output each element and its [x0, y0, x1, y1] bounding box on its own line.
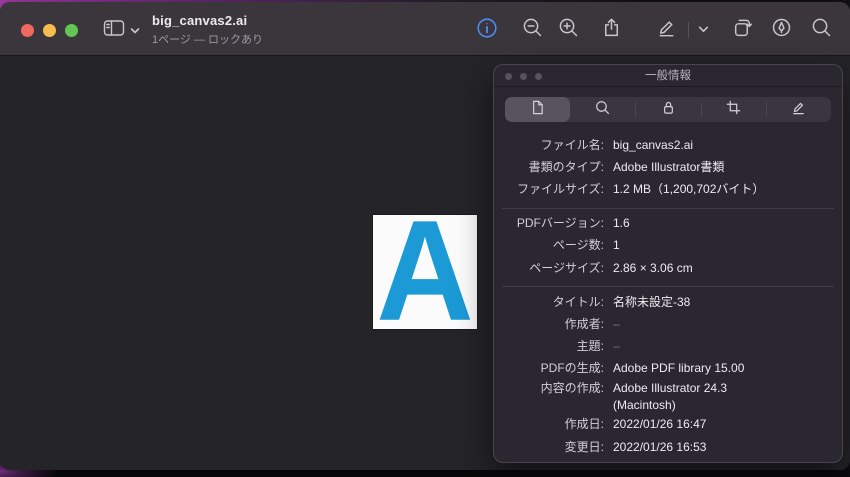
info-row-created-date: 作成日: 2022/01/26 16:47 — [564, 417, 707, 432]
inspector-tabs — [505, 97, 831, 122]
preview-window: big_canvas2.ai 1ページ — ロックあり A 一般情報 ファイル名… — [0, 2, 850, 470]
toolbar-separator — [688, 22, 689, 38]
info-button[interactable] — [473, 16, 501, 44]
info-row-author: 作成者: – — [564, 316, 620, 331]
magnifier-icon — [594, 99, 611, 121]
page-letter: A — [376, 215, 474, 329]
info-row-pdf-producer: PDFの生成: Adobe PDF library 15.00 — [540, 361, 745, 376]
panel-zoom-button[interactable] — [535, 72, 542, 80]
tab-crop[interactable] — [700, 97, 766, 122]
highlight-icon — [771, 17, 792, 43]
panel-title: 一般情報 — [645, 70, 691, 82]
rotate-button[interactable] — [728, 16, 756, 44]
section-divider — [502, 286, 834, 288]
info-icon — [476, 17, 498, 44]
info-row-content-creator: 内容の作成: Adobe Illustrator 24.3 (Macintosh… — [540, 380, 728, 412]
zoom-in-icon — [558, 17, 579, 43]
info-row-filename: ファイル名: big_canvas2.ai — [540, 137, 694, 152]
info-row-filesize: ファイルサイズ: 1.2 MB（1,200,702バイト） — [517, 181, 765, 196]
search-icon — [811, 17, 832, 43]
share-icon — [601, 17, 622, 43]
markup-button[interactable] — [652, 16, 680, 44]
info-rows: ファイル名: big_canvas2.ai 書類のタイプ: Adobe Illu… — [494, 131, 842, 458]
info-row-page-count: ページ数: 1 — [552, 238, 620, 253]
info-row-title: タイトル: 名称未設定-38 — [552, 294, 691, 309]
info-row-subject: 主題: – — [576, 339, 620, 354]
highlight-button[interactable] — [767, 16, 795, 44]
pencil-icon — [790, 99, 807, 121]
chevron-down-icon — [130, 22, 140, 40]
panel-minimize-button[interactable] — [520, 72, 527, 80]
window-title-block: big_canvas2.ai 1ページ — ロックあり — [152, 13, 263, 47]
tab-general-info[interactable] — [505, 97, 571, 122]
tab-encryption[interactable] — [635, 97, 700, 122]
tab-more-info[interactable] — [570, 97, 635, 122]
lock-icon — [660, 99, 677, 121]
close-button[interactable] — [21, 23, 34, 37]
document-page: A — [373, 215, 477, 329]
info-row-doctype: 書類のタイプ: Adobe Illustrator書類 — [528, 159, 725, 174]
zoom-window-button[interactable] — [65, 23, 78, 37]
document-icon — [529, 99, 546, 121]
sidebar-icon — [103, 19, 125, 42]
share-button[interactable] — [597, 16, 625, 44]
sidebar-toggle[interactable] — [103, 19, 140, 42]
section-divider — [502, 207, 834, 209]
markup-menu-button[interactable] — [692, 16, 714, 44]
zoom-in-button[interactable] — [554, 16, 582, 44]
markup-pencil-icon — [656, 17, 677, 43]
info-panel-titlebar[interactable]: 一般情報 — [494, 65, 842, 87]
crop-icon — [725, 99, 742, 121]
info-row-page-size: ページサイズ: 2.86 × 3.06 cm — [529, 260, 693, 275]
info-row-pdf-version: PDFバージョン: 1.6 — [516, 216, 630, 231]
search-button[interactable] — [807, 16, 835, 44]
zoom-out-button[interactable] — [518, 16, 546, 44]
zoom-out-icon — [522, 17, 543, 43]
window-subtitle: 1ページ — ロックあり — [152, 34, 264, 46]
window-title: big_canvas2.ai — [152, 13, 248, 28]
info-panel: 一般情報 ファイル名: big_canvas2.ai 書類のタイプ: Adobe… — [493, 64, 843, 463]
rotate-icon — [732, 17, 753, 43]
chevron-down-icon — [698, 21, 709, 39]
info-row-modified-date: 変更日: 2022/01/26 16:53 — [564, 439, 707, 454]
titlebar: big_canvas2.ai 1ページ — ロックあり — [0, 2, 850, 56]
minimize-button[interactable] — [43, 23, 56, 37]
tab-annotations[interactable] — [765, 97, 831, 122]
panel-close-button[interactable] — [505, 72, 512, 80]
